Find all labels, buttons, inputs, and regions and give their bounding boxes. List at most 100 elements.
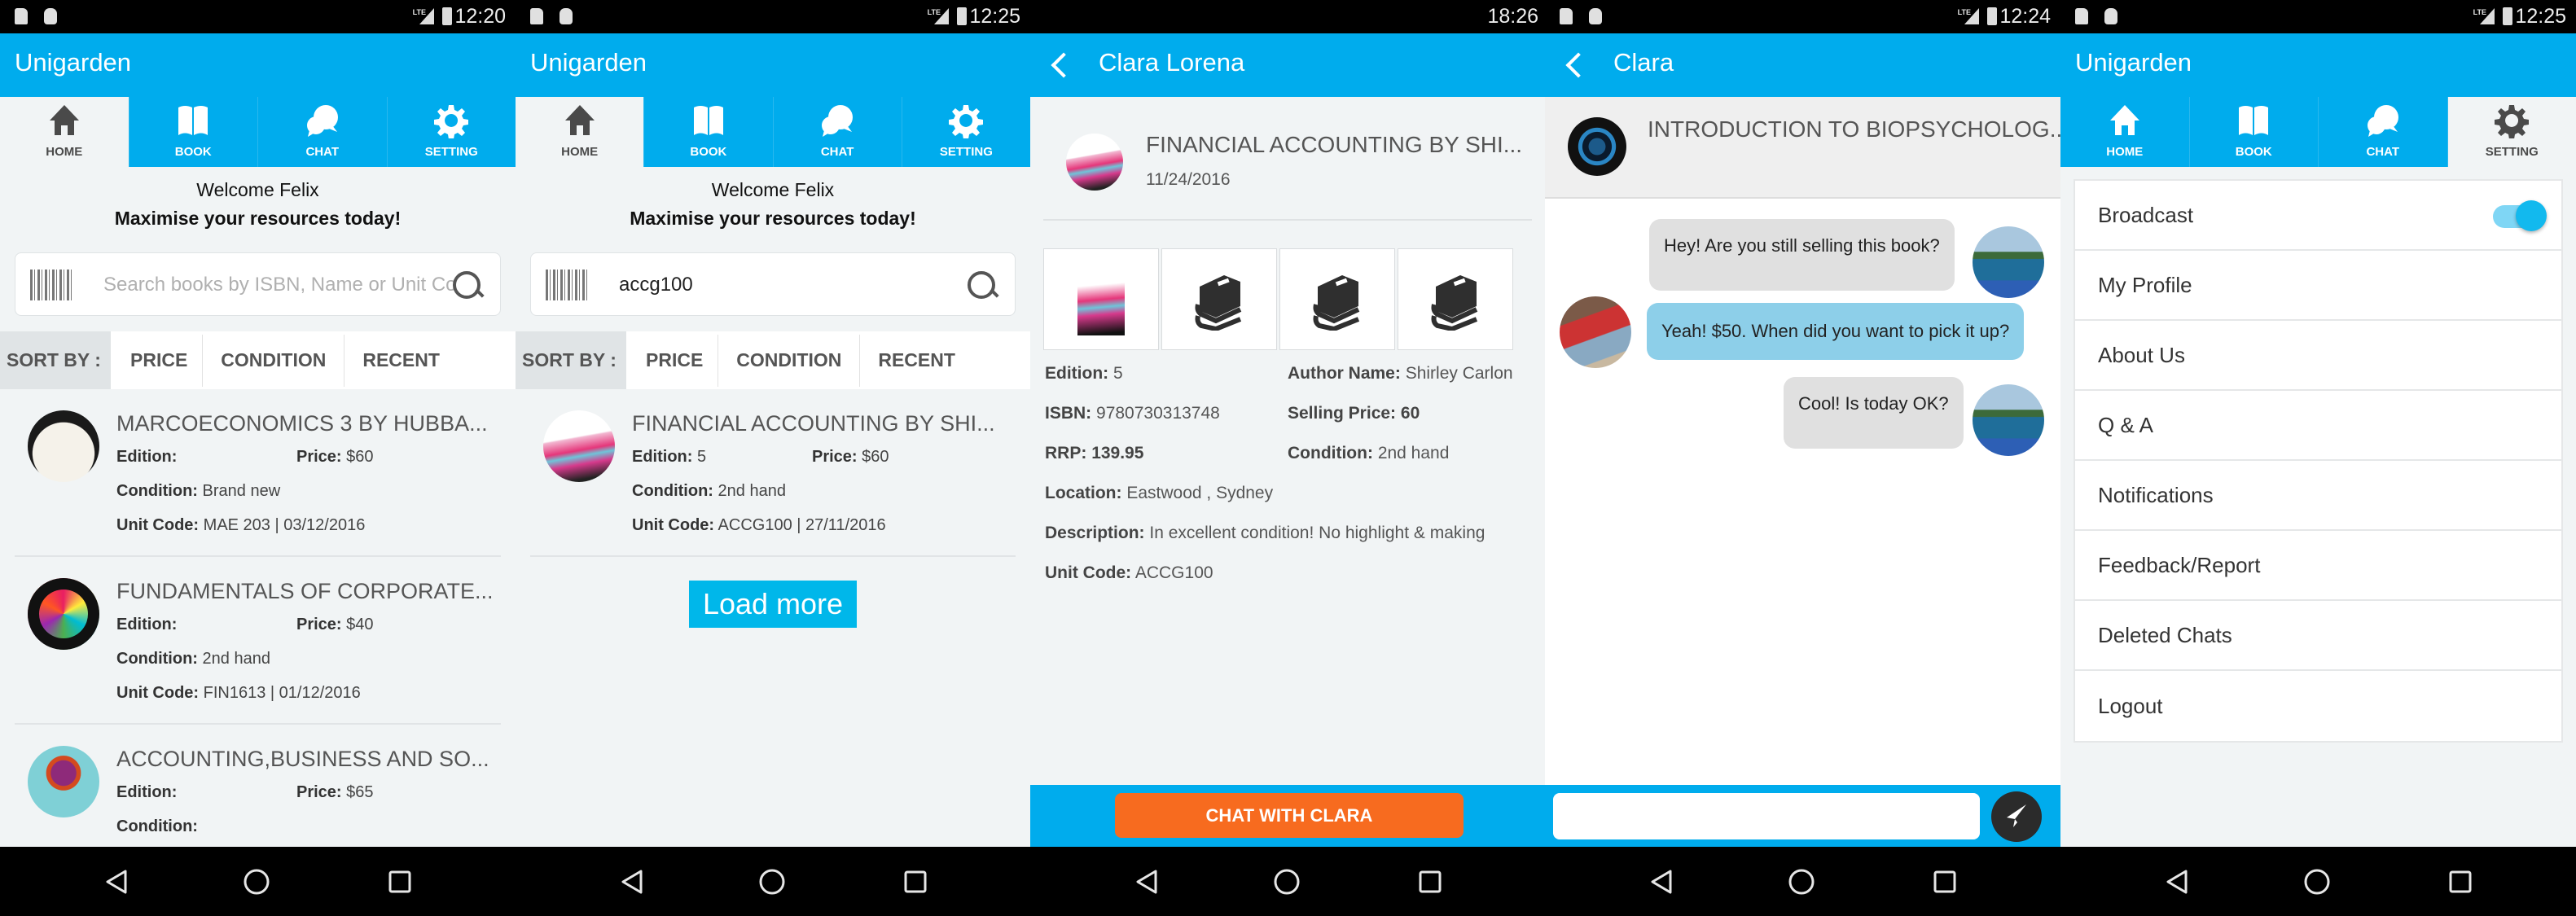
sd-card-icon — [15, 8, 28, 24]
nav-recents-icon[interactable] — [1931, 868, 1959, 896]
settings-list: Broadcast My Profile About Us Q & A Noti… — [2074, 179, 2563, 743]
load-more-button[interactable]: Load more — [689, 581, 857, 628]
search-icon[interactable] — [966, 270, 998, 302]
settings-item-feedback[interactable]: Feedback/Report — [2075, 531, 2561, 601]
gear-icon — [433, 103, 469, 138]
android-nav-bar — [516, 847, 1030, 916]
book-list-item[interactable]: FINANCIAL ACCOUNTING BY SHI... Edition: … — [530, 389, 1016, 557]
book-cover-image — [1077, 263, 1125, 335]
book-title: FINANCIAL ACCOUNTING BY SHI... — [1146, 132, 1523, 157]
nav-home-icon[interactable] — [1273, 868, 1301, 896]
barcode-scan-icon[interactable] — [546, 270, 588, 300]
book-title: FUNDAMENTALS OF CORPORATE... — [116, 579, 494, 603]
settings-item-logout[interactable]: Logout — [2075, 671, 2561, 741]
tab-setting[interactable]: SETTING — [386, 97, 516, 167]
send-button[interactable] — [1991, 791, 2042, 842]
status-bar: LTE 12:24 — [1545, 0, 2060, 33]
android-nav-bar — [1545, 847, 2060, 916]
tab-book[interactable]: BOOK — [128, 97, 258, 167]
status-clock: 18:26 — [1487, 5, 1538, 28]
tab-home[interactable]: HOME — [2060, 97, 2189, 167]
sort-price[interactable]: PRICE — [111, 335, 202, 387]
back-arrow-icon[interactable] — [1563, 51, 1587, 81]
tab-label: CHAT — [2366, 145, 2400, 159]
book-title: MARCOECONOMICS 3 BY HUBBA... — [116, 411, 488, 436]
nav-back-icon[interactable] — [2163, 868, 2191, 896]
tab-label: SETTING — [2485, 145, 2539, 159]
tab-label: BOOK — [174, 145, 212, 159]
tab-chat[interactable]: CHAT — [257, 97, 387, 167]
chat-icon — [2365, 103, 2401, 138]
nav-recents-icon[interactable] — [902, 868, 929, 896]
book-list-item[interactable]: FUNDAMENTALS OF CORPORATE... Edition: Pr… — [15, 557, 501, 725]
action-bar: CHAT WITH CLARA — [1030, 785, 1545, 847]
search-input[interactable] — [103, 268, 454, 302]
nav-home-icon[interactable] — [2303, 868, 2331, 896]
tab-bar: HOME BOOK CHAT SETTING — [516, 97, 1030, 167]
broadcast-toggle[interactable] — [2493, 200, 2547, 231]
nav-home-icon[interactable] — [758, 868, 786, 896]
photo-thumbnail[interactable] — [1279, 248, 1395, 350]
status-clock: 12:24 — [1999, 5, 2051, 28]
tab-book[interactable]: BOOK — [643, 97, 772, 167]
nav-back-icon[interactable] — [103, 868, 130, 896]
book-edition: Edition: — [116, 448, 178, 466]
tab-label: HOME — [2106, 145, 2144, 159]
nav-recents-icon[interactable] — [386, 868, 414, 896]
book-list-item[interactable]: MARCOECONOMICS 3 BY HUBBA... Edition: Pr… — [15, 389, 501, 557]
nav-back-icon[interactable] — [1648, 868, 1675, 896]
divider — [1043, 219, 1532, 221]
sort-price[interactable]: PRICE — [626, 335, 718, 387]
tab-home[interactable]: HOME — [0, 97, 129, 167]
back-arrow-icon[interactable] — [1048, 51, 1073, 81]
status-clock: 12:20 — [454, 5, 506, 28]
message-outgoing: Hey! Are you still selling this book? — [1649, 219, 1955, 291]
sort-condition[interactable]: CONDITION — [718, 334, 859, 387]
message-input[interactable] — [1553, 793, 1980, 839]
settings-label: Broadcast — [2098, 202, 2194, 227]
photo-thumbnail[interactable] — [1398, 248, 1513, 350]
book-cover — [28, 410, 99, 482]
chat-book-header[interactable]: INTRODUCTION TO BIOPSYCHOLOG... — [1545, 97, 2060, 199]
sd-card-icon — [1560, 8, 1573, 24]
nav-home-icon[interactable] — [243, 868, 270, 896]
battery-icon — [1987, 7, 1997, 25]
home-icon — [46, 103, 82, 138]
search-box — [15, 252, 501, 316]
settings-item-my-profile[interactable]: My Profile — [2075, 251, 2561, 321]
book-unit-code: Unit Code: FIN1613 | 01/12/2016 — [116, 684, 361, 702]
chat-with-seller-button[interactable]: CHAT WITH CLARA — [1115, 793, 1464, 838]
photo-thumbnail[interactable] — [1043, 248, 1159, 350]
photo-thumbnail[interactable] — [1161, 248, 1277, 350]
nav-home-icon[interactable] — [1788, 868, 1815, 896]
sort-condition[interactable]: CONDITION — [202, 334, 344, 387]
sd-card-icon — [530, 8, 543, 24]
sort-bar: SORT BY : PRICE CONDITION RECENT — [516, 331, 1030, 389]
search-input[interactable] — [619, 268, 969, 302]
settings-item-qa[interactable]: Q & A — [2075, 391, 2561, 461]
tab-setting[interactable]: SETTING — [2447, 97, 2576, 167]
settings-item-deleted-chats[interactable]: Deleted Chats — [2075, 601, 2561, 671]
detail-unit-code: Unit Code: ACCG100 — [1045, 563, 1213, 582]
tab-book[interactable]: BOOK — [2188, 97, 2319, 167]
welcome-text: Welcome Felix — [196, 179, 319, 200]
search-icon[interactable] — [451, 270, 484, 302]
nav-back-icon[interactable] — [618, 868, 646, 896]
settings-item-about-us[interactable]: About Us — [2075, 321, 2561, 391]
nav-back-icon[interactable] — [1133, 868, 1161, 896]
tab-chat[interactable]: CHAT — [772, 97, 902, 167]
tab-home[interactable]: HOME — [516, 97, 644, 167]
detail-author: Author Name: Shirley Carlon — [1288, 364, 1513, 383]
book-cover — [28, 578, 99, 650]
sort-recent[interactable]: RECENT — [859, 334, 973, 387]
nav-recents-icon[interactable] — [2447, 868, 2474, 896]
nav-recents-icon[interactable] — [1416, 868, 1444, 896]
books-placeholder-icon — [1306, 269, 1368, 331]
tab-chat[interactable]: CHAT — [2318, 97, 2447, 167]
tab-setting[interactable]: SETTING — [901, 97, 1030, 167]
battery-icon — [957, 7, 967, 25]
book-icon — [2236, 103, 2271, 138]
barcode-scan-icon[interactable] — [30, 270, 72, 300]
sort-recent[interactable]: RECENT — [344, 334, 458, 387]
settings-item-notifications[interactable]: Notifications — [2075, 461, 2561, 531]
